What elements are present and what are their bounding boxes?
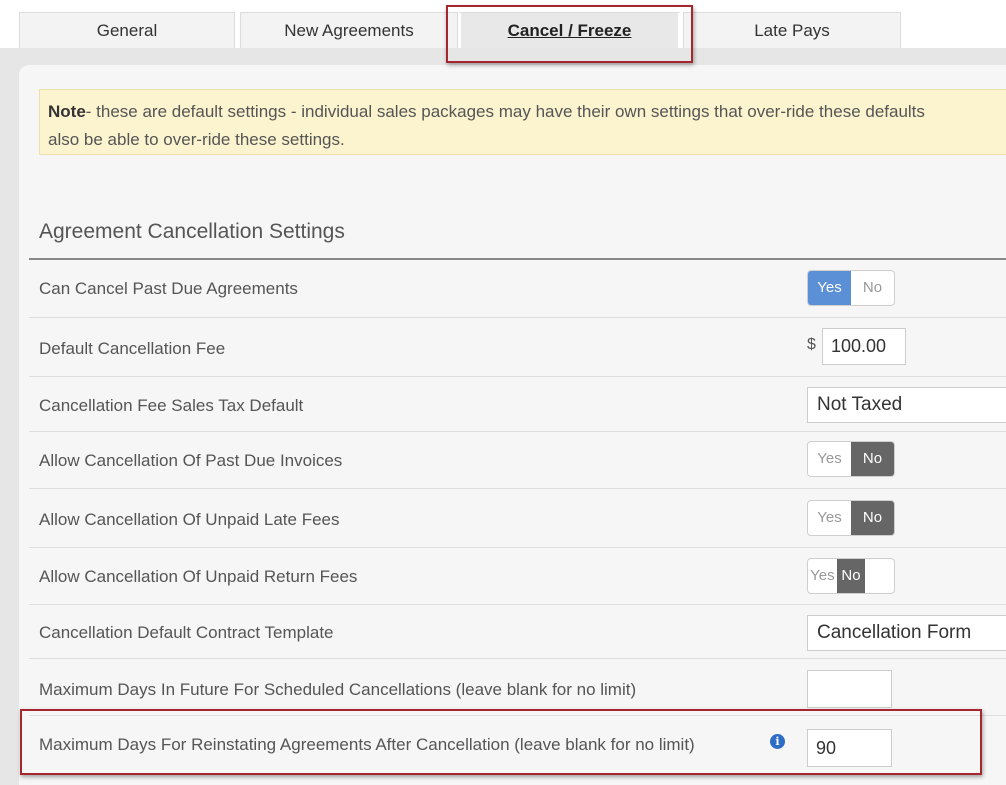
settings-area: Note- these are default settings - indiv… [0, 48, 1006, 785]
scheduled-cancellation-days-input[interactable] [807, 670, 892, 708]
setting-row-unpaid-late-fees: Allow Cancellation Of Unpaid Late Fees Y… [29, 489, 1006, 548]
toggle-no[interactable]: No [836, 559, 866, 593]
setting-row-sales-tax-default: Cancellation Fee Sales Tax Default Not T… [29, 377, 1006, 432]
note-banner: Note- these are default settings - indiv… [39, 89, 1006, 155]
toggle-no[interactable]: No [851, 271, 894, 305]
setting-row-contract-template: Cancellation Default Contract Template C… [29, 605, 1006, 659]
setting-row-scheduled-cancellations: Maximum Days In Future For Scheduled Can… [29, 659, 1006, 716]
note-label: Note [48, 102, 86, 121]
tab-general[interactable]: General [19, 12, 235, 48]
tab-new-agreements[interactable]: New Agreements [240, 12, 458, 48]
sales-tax-select[interactable]: Not Taxed [807, 387, 1006, 423]
note-text-line1: - these are default settings - individua… [85, 102, 925, 121]
toggle-yes[interactable]: Yes [808, 559, 837, 593]
toggle-no[interactable]: No [851, 442, 894, 476]
toggle-no[interactable]: No [851, 501, 894, 535]
setting-label: Cancellation Fee Sales Tax Default [39, 396, 304, 415]
setting-label: Can Cancel Past Due Agreements [39, 279, 298, 298]
setting-row-unpaid-return-fees: Allow Cancellation Of Unpaid Return Fees… [29, 548, 1006, 605]
yes-no-toggle[interactable]: Yes No [807, 270, 895, 306]
setting-label: Allow Cancellation Of Unpaid Late Fees [39, 510, 340, 529]
yes-no-toggle[interactable]: Yes No [807, 500, 895, 536]
note-text-line2: also be able to over-ride these settings… [48, 130, 345, 149]
settings-panel: Note- these are default settings - indiv… [19, 65, 1006, 785]
setting-row-past-due-invoices: Allow Cancellation Of Past Due Invoices … [29, 432, 1006, 489]
contract-template-select[interactable]: Cancellation Form [807, 615, 1006, 651]
setting-label: Maximum Days In Future For Scheduled Can… [39, 680, 637, 699]
setting-label: Default Cancellation Fee [39, 339, 226, 358]
setting-row-can-cancel-past-due: Can Cancel Past Due Agreements Yes No [29, 260, 1006, 318]
toggle-yes[interactable]: Yes [808, 442, 851, 476]
toggle-yes[interactable]: Yes [808, 271, 851, 305]
tab-late-pays[interactable]: Late Pays [683, 12, 901, 48]
setting-label: Allow Cancellation Of Unpaid Return Fees [39, 567, 358, 586]
currency-symbol: $ [807, 336, 816, 353]
setting-label: Allow Cancellation Of Past Due Invoices [39, 451, 343, 470]
section-title: Agreement Cancellation Settings [39, 220, 345, 243]
yes-no-toggle-locked[interactable]: Yes No 🔒 [807, 558, 895, 594]
row-highlight-box [20, 709, 982, 775]
setting-row-default-cancellation-fee: Default Cancellation Fee $ 100.00 [29, 318, 1006, 377]
cancellation-fee-input[interactable]: 100.00 [822, 328, 906, 365]
yes-no-toggle[interactable]: Yes No [807, 441, 895, 477]
toggle-yes[interactable]: Yes [808, 501, 851, 535]
tab-highlight-box [446, 5, 693, 63]
setting-label: Cancellation Default Contract Template [39, 623, 334, 642]
